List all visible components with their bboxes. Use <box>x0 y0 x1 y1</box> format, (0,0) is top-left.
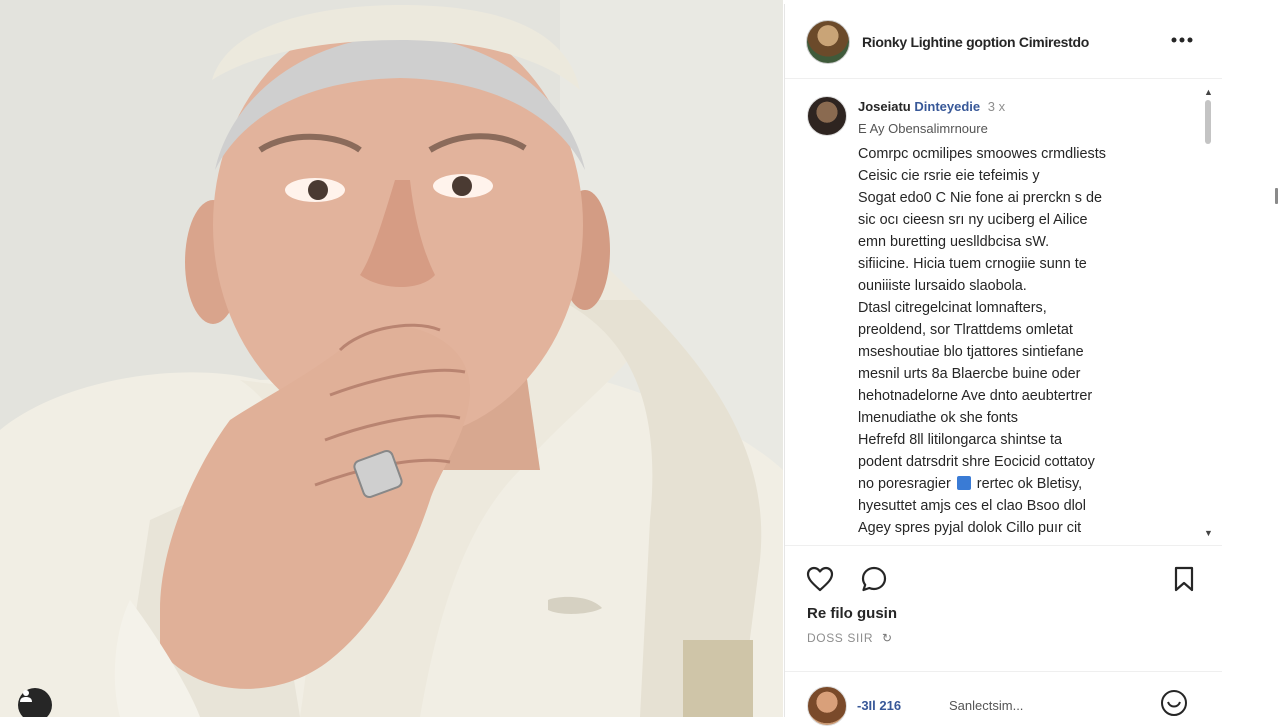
caption-username-suffix: 3 x <box>987 99 1006 114</box>
caption-line: no poresragier rertec ok Bletisy, <box>858 476 1083 492</box>
timestamp-text: DOSS SIIR <box>807 631 874 645</box>
reply-arrow-icon[interactable]: ↻ <box>882 631 893 645</box>
comment-button[interactable] <box>859 564 889 594</box>
heart-outline-icon <box>806 566 834 592</box>
caption-line: ouniiiste lursaido slaobola. <box>858 278 1027 294</box>
post-header: Rionky Lightine goption Cimirestdo <box>785 4 1222 79</box>
caption-line: emn buretting ueslldbcisa sW. <box>858 234 1050 250</box>
caption-line: hyesuttet amjs ces el clao Bsoo dlol <box>858 498 1086 514</box>
caption-subtitle: E Ay Obensalimrnoure <box>858 121 988 136</box>
caption-username-line: Joseiatu Dinteyedie 3 x <box>858 99 1005 114</box>
caption-avatar[interactable] <box>807 96 847 136</box>
account-avatar[interactable] <box>806 20 850 64</box>
comment-preview-row: -3Il 216 Sanlectsim... <box>785 671 1222 726</box>
scroll-down-arrow-icon[interactable]: ▼ <box>1204 528 1213 538</box>
caption-line: sifiicine. Hicia tuem crnogiie sunn te <box>858 256 1087 272</box>
tagged-mention-icon[interactable] <box>956 476 971 490</box>
caption-line: Comrpc ocmilipes smoowes crmdliests <box>858 146 1106 162</box>
caption-username[interactable]: Joseiatu <box>858 99 911 114</box>
photo-illustration <box>0 0 783 717</box>
caption-line: podent datrsdrit shre Eocicid cottatoy <box>858 454 1095 470</box>
post-side-panel: Rionky Lightine goption Cimirestdo Josei… <box>784 4 1222 726</box>
window-edge-marker <box>1275 188 1278 204</box>
caption-line: hehotnadelorne Ave dnto aeubtertrer <box>858 388 1093 404</box>
caption-line: Hefrefd 8ll litilongarca shintse ta <box>858 432 1062 448</box>
caption-line: preoldend, sor Tlrattdems omletat <box>858 322 1073 338</box>
caption-scroll-area[interactable]: Joseiatu Dinteyedie 3 x E Ay Obensalimrn… <box>785 82 1222 546</box>
scrollbar-thumb[interactable] <box>1205 100 1211 144</box>
emoji-circle-icon <box>1161 690 1187 716</box>
emoji-button[interactable] <box>1158 687 1190 719</box>
tagged-user-button[interactable] <box>18 688 52 717</box>
commenter-avatar[interactable] <box>807 686 847 726</box>
comment-input-placeholder[interactable]: Sanlectsim... <box>949 698 1023 713</box>
like-button[interactable] <box>805 564 835 594</box>
more-horizontal-icon <box>1171 37 1193 43</box>
caption-line: sic ocı cieesn srı ny uciberg el Ailice <box>858 212 1088 228</box>
bookmark-icon <box>1174 566 1194 592</box>
comment-bubble-icon <box>861 566 887 592</box>
caption-line: mseshoutiae blo tjattores sintiefane <box>858 344 1084 360</box>
likes-count[interactable]: Re filo gusin <box>807 605 897 622</box>
caption-line: Agey spres pyjal dolok Cillo puır cit <box>858 520 1082 536</box>
save-button[interactable] <box>1169 564 1199 594</box>
caption-text: Comrpc ocmilipes smoowes crmdliests Ceisi… <box>858 143 1188 539</box>
scroll-up-arrow-icon[interactable]: ▲ <box>1204 87 1213 97</box>
caption-line: Sogat edo0 C Nie fone ai prerckn s de <box>858 190 1102 206</box>
post-timestamp: DOSS SIIR ↻ <box>807 631 893 645</box>
caption-line: Ceisic cie rsrie eie tefeimis y <box>858 168 1040 184</box>
user-tag-icon <box>20 690 32 702</box>
post-actions <box>785 558 1222 600</box>
account-name[interactable]: Rionky Lightine goption Cimirestdo <box>862 34 1089 50</box>
comment-count[interactable]: -3Il 216 <box>857 698 901 713</box>
caption-line: lmenudiathe ok she fonts <box>858 410 1018 426</box>
more-options-button[interactable] <box>1168 30 1196 50</box>
caption-line: mesnil urts 8a Blaercbe buine oder <box>858 366 1081 382</box>
post-photo[interactable] <box>0 0 783 717</box>
caption-line: Dtasl citregelcinat lomnafters, <box>858 300 1047 316</box>
caption-verified-label[interactable]: Dinteyedie <box>914 99 980 114</box>
